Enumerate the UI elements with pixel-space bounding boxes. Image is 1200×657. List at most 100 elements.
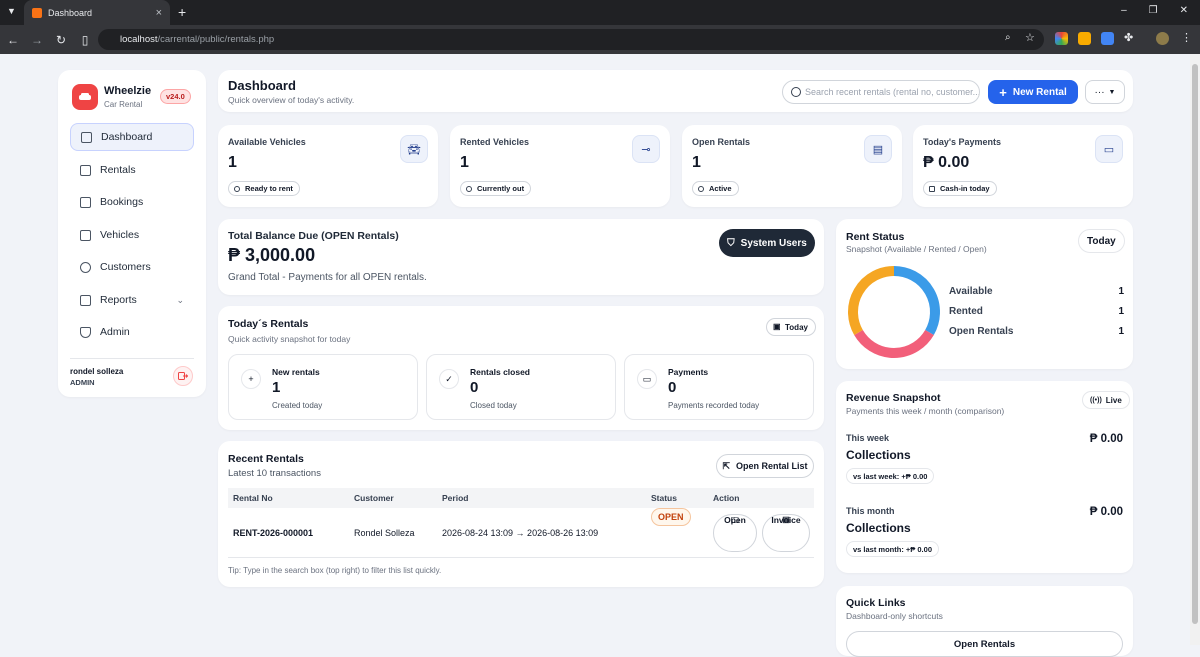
invoice-button[interactable]: ▤ Invoice [762, 514, 810, 552]
extension-color-icon[interactable] [1055, 32, 1068, 45]
stat-pill: Currently out [460, 181, 532, 196]
extensions-puzzle-icon[interactable]: ✤ [1124, 31, 1133, 44]
stat-label: Open Rentals [692, 137, 751, 147]
reload-icon[interactable]: ↻ [50, 33, 72, 47]
mini-label: New rentals [272, 367, 320, 377]
tab-search-icon[interactable]: ▼ [7, 6, 16, 16]
sidebar-item-reports[interactable]: Reports ⌄ [70, 286, 194, 314]
more-icon: ··· [1094, 86, 1105, 98]
close-window-icon[interactable]: ✕ [1180, 5, 1188, 16]
extension-yellow-icon[interactable] [1078, 32, 1091, 45]
receipt-icon: ▤ [864, 135, 892, 163]
open-rental-list-button[interactable]: ⇱ Open Rental List [716, 454, 814, 478]
address-bar[interactable]: localhost/carrental/public/rentals.php [98, 29, 1044, 50]
scrollbar-thumb[interactable] [1192, 64, 1198, 624]
zoom-icon[interactable]: ⌕ [1005, 32, 1011, 43]
open-button[interactable]: 🗀 Open [713, 514, 757, 552]
favicon-icon [32, 7, 42, 18]
month-label: This month [846, 506, 895, 516]
today-badge: ▣ Today [766, 318, 816, 336]
rental-period: 2026-08-24 13:09 → 2026-08-26 13:09 [442, 528, 599, 538]
user-role: ADMIN [70, 378, 95, 387]
close-tab-icon[interactable]: × [156, 7, 162, 19]
search-input[interactable]: Search recent rentals (rental no, custom… [782, 80, 980, 104]
quick-link-open-rentals[interactable]: Open Rentals [846, 631, 1123, 657]
bus-icon [80, 229, 91, 241]
system-users-label: System Users [740, 237, 807, 249]
legend-label: Rented [949, 306, 983, 317]
browser-menu-icon[interactable]: ⋮ [1181, 31, 1192, 44]
stat-label: Rented Vehicles [460, 137, 530, 147]
new-tab-icon[interactable]: + [178, 4, 186, 20]
invoice-label: Invoice [771, 515, 801, 525]
url-host: localhost [120, 34, 158, 45]
bookmark-star-icon[interactable]: ☆ [1025, 31, 1035, 44]
logout-button[interactable] [173, 366, 193, 386]
month-collections: Collections [846, 521, 911, 535]
status-badge: OPEN [651, 508, 691, 526]
column-header: Status [651, 493, 677, 503]
page-scrollbar[interactable] [1190, 54, 1200, 645]
donut-slice-open-rentals [848, 266, 895, 335]
legend-available: Available 1 [949, 286, 1124, 297]
page-subtitle: Quick overview of today's activity. [228, 95, 355, 105]
tip-text: Tip: Type in the search box (top right) … [228, 566, 442, 575]
search-icon [791, 87, 801, 97]
revenue-snapshot-card: Revenue Snapshot Payments this week / mo… [836, 381, 1133, 573]
donut-slice-available [893, 266, 940, 335]
stat-label: Today's Payments [923, 137, 1002, 147]
sidebar-item-bookings[interactable]: Bookings [70, 188, 194, 216]
rentals-icon [80, 164, 91, 176]
cash-icon: ▭ [637, 369, 657, 389]
customer-name: Rondel Solleza [354, 528, 415, 538]
column-header: Period [442, 493, 469, 503]
stat-pill-text: Ready to rent [245, 184, 293, 193]
split-view-icon[interactable]: ▯ [74, 33, 96, 47]
new-rental-button[interactable]: + New Rental [988, 80, 1078, 104]
new-rental-label: New Rental [1012, 86, 1067, 98]
stat-pill: Cash-in today [923, 181, 997, 196]
sidebar: Wheelzie Car Rental v24.0 Dashboard Rent… [58, 70, 206, 397]
system-users-button[interactable]: ⛉ System Users [719, 229, 815, 257]
browser-tab[interactable]: Dashboard × [24, 0, 170, 25]
extension-download-icon[interactable] [1101, 32, 1114, 45]
week-label: This week [846, 433, 890, 443]
page-header: Dashboard Quick overview of today's acti… [218, 70, 1133, 112]
mini-sub: Closed today [470, 401, 517, 410]
tab-title: Dashboard [48, 7, 93, 18]
calendar-icon: ▣ [773, 322, 781, 331]
external-link-icon: ⇱ [722, 460, 731, 471]
week-amount: ₱ 0.00 [1089, 433, 1123, 445]
bolt-icon [698, 186, 704, 192]
back-icon[interactable]: ← [2, 33, 24, 47]
rental-no: RENT-2026-000001 [233, 528, 314, 538]
sidebar-item-rentals[interactable]: Rentals [70, 156, 194, 184]
caret-down-icon: ▼ [1108, 88, 1116, 96]
forward-icon[interactable]: → [26, 33, 48, 47]
todays-rentals-card: Today´s Rentals Quick activity snapshot … [218, 306, 824, 430]
sidebar-item-label: Vehicles [100, 229, 140, 241]
sidebar-item-admin[interactable]: Admin [70, 318, 194, 346]
minimize-icon[interactable]: – [1121, 5, 1127, 16]
stat-value: ₱ 0.00 [923, 154, 970, 171]
users-icon [80, 261, 91, 273]
mini-card-new: + New rentals 1 Created today [228, 354, 418, 420]
browser-toolbar: ← → ↻ ▯ localhost/carrental/public/renta… [0, 25, 1200, 54]
brand-subtitle: Car Rental [104, 100, 143, 109]
key-icon: ⊸ [632, 135, 660, 163]
sidebar-item-dashboard[interactable]: Dashboard [70, 123, 194, 151]
maximize-icon[interactable]: ❐ [1149, 5, 1158, 16]
stat-value: 1 [460, 154, 469, 171]
sidebar-item-vehicles[interactable]: Vehicles [70, 221, 194, 249]
stat-pill-text: Cash-in today [940, 184, 990, 193]
dashboard-icon [81, 131, 92, 143]
refresh-icon [466, 186, 472, 192]
month-amount: ₱ 0.00 [1089, 506, 1123, 518]
stat-card-available: Available Vehicles 1 Ready to rent 🚘︎ [218, 125, 438, 207]
stat-value: 1 [692, 154, 701, 171]
shield-icon: ⛉ [727, 237, 735, 249]
sidebar-item-customers[interactable]: Customers [70, 253, 194, 281]
open-label: Open [724, 515, 746, 525]
more-menu-button[interactable]: ··· ▼ [1085, 80, 1125, 104]
profile-avatar-icon[interactable] [1156, 32, 1169, 45]
